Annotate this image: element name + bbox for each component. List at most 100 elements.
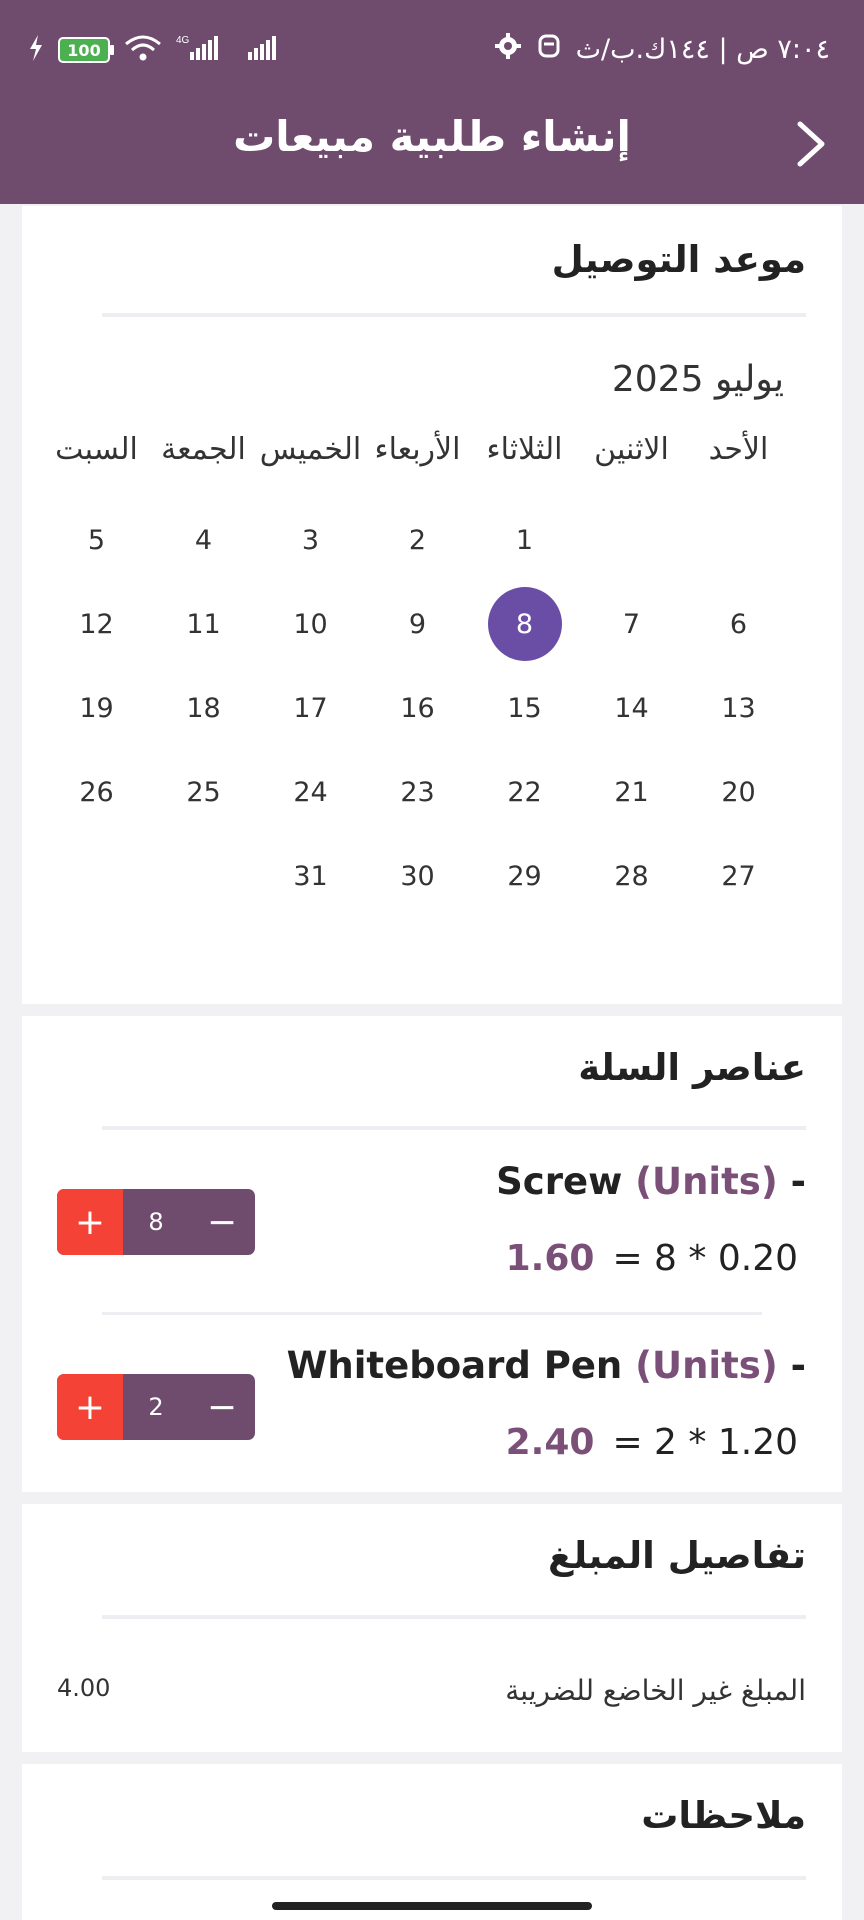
- calendar-day[interactable]: 11: [150, 582, 257, 666]
- calendar-day[interactable]: 16: [364, 666, 471, 750]
- calendar-day-label: 8: [487, 587, 562, 661]
- increase-button[interactable]: +: [57, 1374, 123, 1440]
- quantity-value: 2: [148, 1393, 164, 1421]
- calendar-day-label: [167, 839, 241, 913]
- signal-icon-2: [246, 34, 286, 66]
- home-indicator[interactable]: [272, 1902, 592, 1910]
- calendar-day[interactable]: 5: [43, 498, 150, 582]
- cart-card: عناصر السلة Screw (Units) - 1.60 0.20 * …: [22, 1016, 842, 1492]
- calendar-day[interactable]: 14: [578, 666, 685, 750]
- calendar-day[interactable]: 23: [364, 750, 471, 834]
- calendar-day-label: 27: [721, 860, 756, 892]
- weekday-label: الثلاثاء: [486, 432, 563, 467]
- calendar-day-label: 23: [400, 776, 435, 808]
- calendar-day[interactable]: 30: [364, 834, 471, 918]
- calendar-day-label: 26: [79, 776, 114, 808]
- calendar-day[interactable]: 13: [685, 666, 792, 750]
- divider: [102, 1312, 762, 1315]
- calendar-day[interactable]: 1: [471, 498, 578, 582]
- calendar-empty-cell: [685, 498, 792, 582]
- calendar-day-label: 10: [293, 608, 328, 640]
- calendar-day[interactable]: 8: [471, 582, 578, 666]
- calendar-day-label: 9: [408, 608, 427, 640]
- weekday-label: الأربعاء: [374, 432, 461, 467]
- calendar-day[interactable]: 24: [257, 750, 364, 834]
- cart-item-total: 2.40: [505, 1422, 595, 1463]
- cart-item-formula: 1.20 * 2 =: [612, 1422, 798, 1463]
- calendar-day-label: 12: [79, 608, 114, 640]
- calendar-day[interactable]: 29: [471, 834, 578, 918]
- calendar-day[interactable]: 21: [578, 750, 685, 834]
- calendar-day-label: 21: [614, 776, 649, 808]
- quantity-value: 8: [148, 1208, 164, 1236]
- svg-text:4G: 4G: [176, 35, 190, 46]
- divider: [102, 1876, 806, 1880]
- calendar-day[interactable]: 6: [685, 582, 792, 666]
- calendar-day[interactable]: 28: [578, 834, 685, 918]
- calendar-day[interactable]: 27: [685, 834, 792, 918]
- calendar-day-label: 2: [408, 524, 427, 556]
- calendar-day-label: 11: [186, 608, 221, 640]
- calendar-day-label: 16: [400, 692, 435, 724]
- settings-icon: [494, 32, 522, 67]
- calendar-day[interactable]: 19: [43, 666, 150, 750]
- calendar-day-label: 29: [507, 860, 542, 892]
- weekday-label: الاثنين: [594, 432, 669, 467]
- wifi-icon: [124, 34, 162, 66]
- calendar-empty-cell: [150, 834, 257, 918]
- amount-title: تفاصيل المبلغ: [547, 1534, 806, 1577]
- calendar-day-label: 30: [400, 860, 435, 892]
- cart-item-name: Whiteboard Pen (Units) -: [286, 1344, 806, 1387]
- calendar-day-label: 18: [186, 692, 221, 724]
- weekday-label: الأحد: [708, 432, 769, 467]
- status-bar: ٧:٠٤ ص | ١٤٤ك.ب/ث 100 4G: [0, 0, 864, 100]
- calendar-day[interactable]: 15: [471, 666, 578, 750]
- calendar-day-label: 25: [186, 776, 221, 808]
- untaxed-amount-label: المبلغ غير الخاضع للضريبة: [505, 1674, 806, 1707]
- calendar-day-label: 24: [293, 776, 328, 808]
- divider: [102, 313, 806, 317]
- calendar-day[interactable]: 4: [150, 498, 257, 582]
- calendar-day-label: 31: [293, 860, 328, 892]
- calendar-day-label: 4: [194, 524, 213, 556]
- delivery-title: موعد التوصيل: [551, 238, 806, 281]
- calendar-day-label: 20: [721, 776, 756, 808]
- delivery-card: موعد التوصيل يوليو 2025 الأحد الاثنين الثل…: [22, 206, 842, 1004]
- decrease-button[interactable]: −: [189, 1189, 255, 1255]
- amount-card: تفاصيل المبلغ المبلغ غير الخاضع للضريبة …: [22, 1504, 842, 1752]
- calendar-day[interactable]: 7: [578, 582, 685, 666]
- calendar-day-label: 17: [293, 692, 328, 724]
- calendar-day[interactable]: 10: [257, 582, 364, 666]
- calendar-month: يوليو 2025: [611, 359, 784, 400]
- calendar-day[interactable]: 9: [364, 582, 471, 666]
- calendar-day[interactable]: 18: [150, 666, 257, 750]
- increase-button[interactable]: +: [57, 1189, 123, 1255]
- calendar-day[interactable]: 25: [150, 750, 257, 834]
- calendar-day-label: 28: [614, 860, 649, 892]
- decrease-button[interactable]: −: [189, 1374, 255, 1440]
- calendar-grid: الأحد الاثنين الثلاثاء الأربعاء الخميس الجمعة…: [42, 428, 792, 918]
- calendar-empty-cell: [43, 834, 150, 918]
- calendar-day[interactable]: 31: [257, 834, 364, 918]
- calendar-day[interactable]: 20: [685, 750, 792, 834]
- notification-icon: [536, 33, 562, 66]
- calendar-empty-cell: [578, 498, 685, 582]
- notes-title: ملاحظات: [641, 1794, 806, 1837]
- calendar-day-label: 19: [79, 692, 114, 724]
- calendar-day-label: 1: [515, 524, 534, 556]
- calendar-day[interactable]: 22: [471, 750, 578, 834]
- calendar-day-label: 14: [614, 692, 649, 724]
- calendar-day[interactable]: 2: [364, 498, 471, 582]
- calendar-day[interactable]: 3: [257, 498, 364, 582]
- calendar-day-label: 13: [721, 692, 756, 724]
- calendar-day[interactable]: 26: [43, 750, 150, 834]
- calendar-day-label: 22: [507, 776, 542, 808]
- calendar-day-label: 6: [729, 608, 748, 640]
- signal-icon: 4G: [176, 34, 232, 66]
- calendar-day[interactable]: 17: [257, 666, 364, 750]
- calendar-day-label: 3: [301, 524, 320, 556]
- status-time: ٧:٠٤ ص | ١٤٤ك.ب/ث: [575, 34, 830, 65]
- chevron-right-icon[interactable]: [790, 118, 830, 170]
- weekday-label: السبت: [55, 432, 138, 467]
- calendar-day[interactable]: 12: [43, 582, 150, 666]
